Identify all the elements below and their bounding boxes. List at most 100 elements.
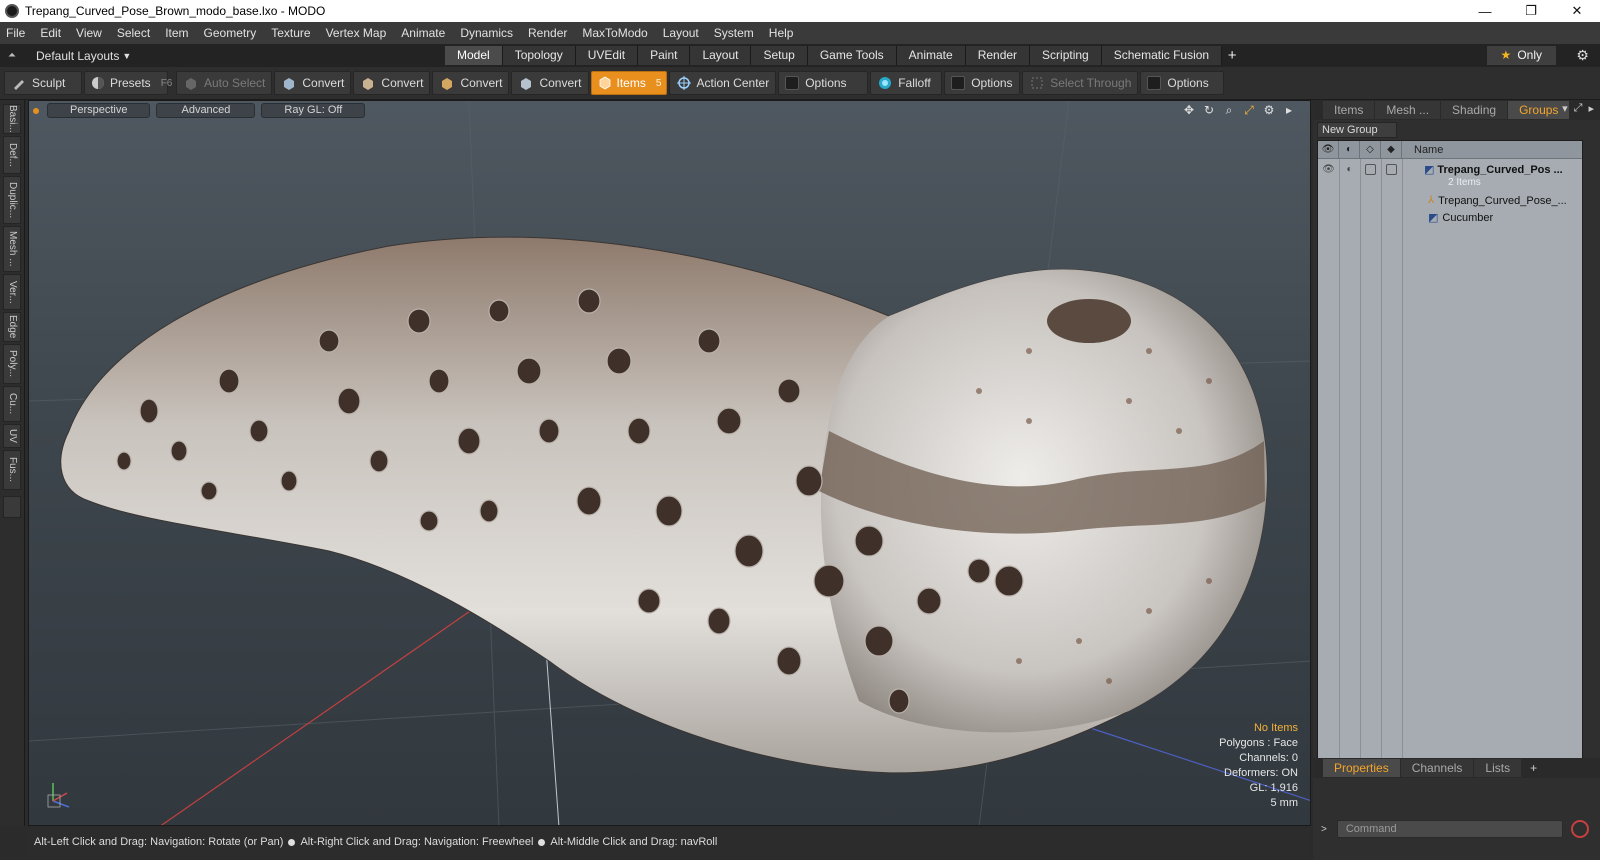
record-macro-icon[interactable] [1570, 820, 1589, 838]
add-tab-icon[interactable]: + [1530, 761, 1537, 775]
layouts-dropdown[interactable]: ⏶ Default Layouts ▼ [8, 49, 131, 63]
gl-count: GL: 1,916 [1249, 782, 1298, 794]
tab-model[interactable]: Model [445, 46, 503, 65]
pin-icon[interactable]: ⏶ [8, 50, 20, 62]
expand-arrow-icon[interactable]: ▸ [1282, 103, 1296, 117]
fit-view-icon[interactable]: ⤢ [1242, 103, 1256, 117]
tab-polygon[interactable]: Poly... [3, 344, 21, 384]
lock-column-icon[interactable]: ◇ [1360, 140, 1381, 159]
options-checkbox[interactable] [1147, 76, 1162, 90]
window-title: Trepang_Curved_Pose_Brown_modo_base.lxo … [25, 4, 326, 18]
tab-scripting[interactable]: Scripting [1030, 46, 1102, 65]
group-child-mesh[interactable]: ⅄ Trepang_Curved_Pose_... [1428, 192, 1567, 209]
render-column-icon[interactable]: ◐ [1339, 140, 1360, 159]
tab-channels[interactable]: Channels [1400, 759, 1474, 777]
tab-properties[interactable]: Properties [1323, 759, 1400, 777]
tab-groups[interactable]: Groups [1508, 101, 1570, 119]
rotate-view-icon[interactable]: ↻ [1202, 103, 1216, 117]
menu-item[interactable]: Item [165, 26, 188, 40]
viewport-menu-dot[interactable] [33, 107, 39, 114]
sculpt-button[interactable]: Sculpt [4, 71, 82, 95]
menu-texture[interactable]: Texture [271, 26, 310, 40]
only-button[interactable]: ★ Only [1486, 46, 1556, 65]
tab-uvedit[interactable]: UVEdit [575, 46, 639, 65]
tab-shading[interactable]: Shading [1441, 101, 1508, 119]
tab-items[interactable]: Items [1323, 101, 1375, 119]
presets-button[interactable]: Presets F6 [84, 71, 172, 95]
hint-roll: Alt-Middle Click and Drag: navRoll [550, 836, 718, 848]
select-column-icon[interactable]: ◆ [1381, 140, 1402, 159]
falloff-options-button[interactable]: Options [944, 71, 1021, 95]
command-input[interactable]: Command [1336, 820, 1563, 838]
tab-schematic-fusion[interactable]: Schematic Fusion [1101, 46, 1223, 65]
tab-lists[interactable]: Lists [1474, 759, 1522, 777]
tab-curve[interactable]: Cu... [3, 386, 21, 422]
viewport-gear-icon[interactable]: ⚙ [1262, 103, 1276, 117]
convert-polygons-button[interactable]: Convert [432, 71, 510, 95]
menu-system[interactable]: System [714, 26, 754, 40]
tab-render[interactable]: Render [965, 46, 1031, 65]
new-group-button[interactable]: New Group [1317, 122, 1397, 138]
menu-dynamics[interactable]: Dynamics [460, 26, 513, 40]
tab-paint[interactable]: Paint [638, 46, 691, 65]
tab-topology[interactable]: Topology [502, 46, 576, 65]
options-checkbox[interactable] [785, 76, 800, 90]
tab-mesh-edit[interactable]: Mesh ... [3, 226, 21, 272]
panel-arrow-icon[interactable]: ▸ [1588, 102, 1594, 115]
tab-game-tools[interactable]: Game Tools [807, 46, 897, 65]
shading-mode-button[interactable]: Advanced [156, 103, 256, 118]
zoom-icon[interactable]: ⌕ [1222, 103, 1236, 117]
menu-render[interactable]: Render [528, 26, 567, 40]
raygl-button[interactable]: Ray GL: Off [261, 103, 366, 118]
tab-mesh-ops[interactable]: Mesh ... [1375, 101, 1441, 119]
menu-edit[interactable]: Edit [40, 26, 61, 40]
visibility-column-icon[interactable]: 👁 [1318, 140, 1339, 159]
tab-duplicate[interactable]: Duplic... [3, 176, 21, 224]
tab-vertex[interactable]: Ver... [3, 274, 21, 310]
menu-select[interactable]: Select [117, 26, 150, 40]
action-center-options-button[interactable]: Options [778, 71, 869, 95]
lock-toggle[interactable] [1360, 164, 1381, 175]
select-through-button[interactable]: Select Through [1022, 71, 1139, 95]
menu-view[interactable]: View [76, 26, 102, 40]
tab-deform[interactable]: Def... [3, 136, 21, 174]
expand-panel-icon[interactable]: ⤢ [1574, 102, 1583, 115]
restore-button[interactable]: ❐ [1508, 0, 1554, 22]
menu-layout[interactable]: Layout [663, 26, 699, 40]
convert-edges-button[interactable]: Convert [353, 71, 431, 95]
tab-fusion[interactable]: Fus... [3, 450, 21, 490]
convert-materials-button[interactable]: Convert [511, 71, 589, 95]
tab-setup[interactable]: Setup [751, 46, 808, 65]
select-options-button[interactable]: Options [1140, 71, 1225, 95]
render-toggle-icon[interactable]: ◐ [1339, 164, 1360, 175]
menu-animate[interactable]: Animate [401, 26, 445, 40]
menu-geometry[interactable]: Geometry [204, 26, 257, 40]
gear-icon[interactable]: ⚙ [1573, 46, 1592, 65]
items-mode-button[interactable]: Items 5 [590, 71, 667, 95]
3d-viewport[interactable]: Perspective Advanced Ray GL: Off ✥ ↻ ⌕ ⤢… [28, 100, 1311, 826]
select-toggle[interactable] [1381, 164, 1402, 175]
menu-maxtomodo[interactable]: MaxToModo [582, 26, 647, 40]
menu-file[interactable]: File [6, 26, 25, 40]
minimize-button[interactable]: — [1462, 0, 1508, 22]
auto-select-button[interactable]: Auto Select [176, 71, 273, 95]
chevron-down-icon[interactable]: ▾ [1562, 102, 1568, 115]
menu-help[interactable]: Help [769, 26, 794, 40]
options-checkbox[interactable] [951, 76, 966, 90]
falloff-button[interactable]: Falloff [870, 71, 943, 95]
view-mode-button[interactable]: Perspective [47, 103, 151, 118]
tab-basic[interactable]: Basi... [3, 104, 21, 134]
move-view-icon[interactable]: ✥ [1182, 103, 1196, 117]
convert-vertices-button[interactable]: Convert [274, 71, 352, 95]
tab-layout[interactable]: Layout [690, 46, 752, 65]
add-tab-button[interactable]: + [1222, 46, 1242, 65]
tab-animate[interactable]: Animate [896, 46, 966, 65]
expand-strip-button[interactable] [3, 496, 21, 518]
group-child-cucumber[interactable]: ◩ Cucumber [1428, 209, 1493, 226]
action-center-button[interactable]: Action Center [668, 71, 777, 95]
tab-uv[interactable]: UV [3, 424, 21, 448]
close-button[interactable]: ✕ [1554, 0, 1600, 22]
tab-edge[interactable]: Edge [3, 312, 21, 342]
visibility-toggle-icon[interactable]: 👁 [1318, 164, 1339, 175]
menu-vertex-map[interactable]: Vertex Map [326, 26, 387, 40]
